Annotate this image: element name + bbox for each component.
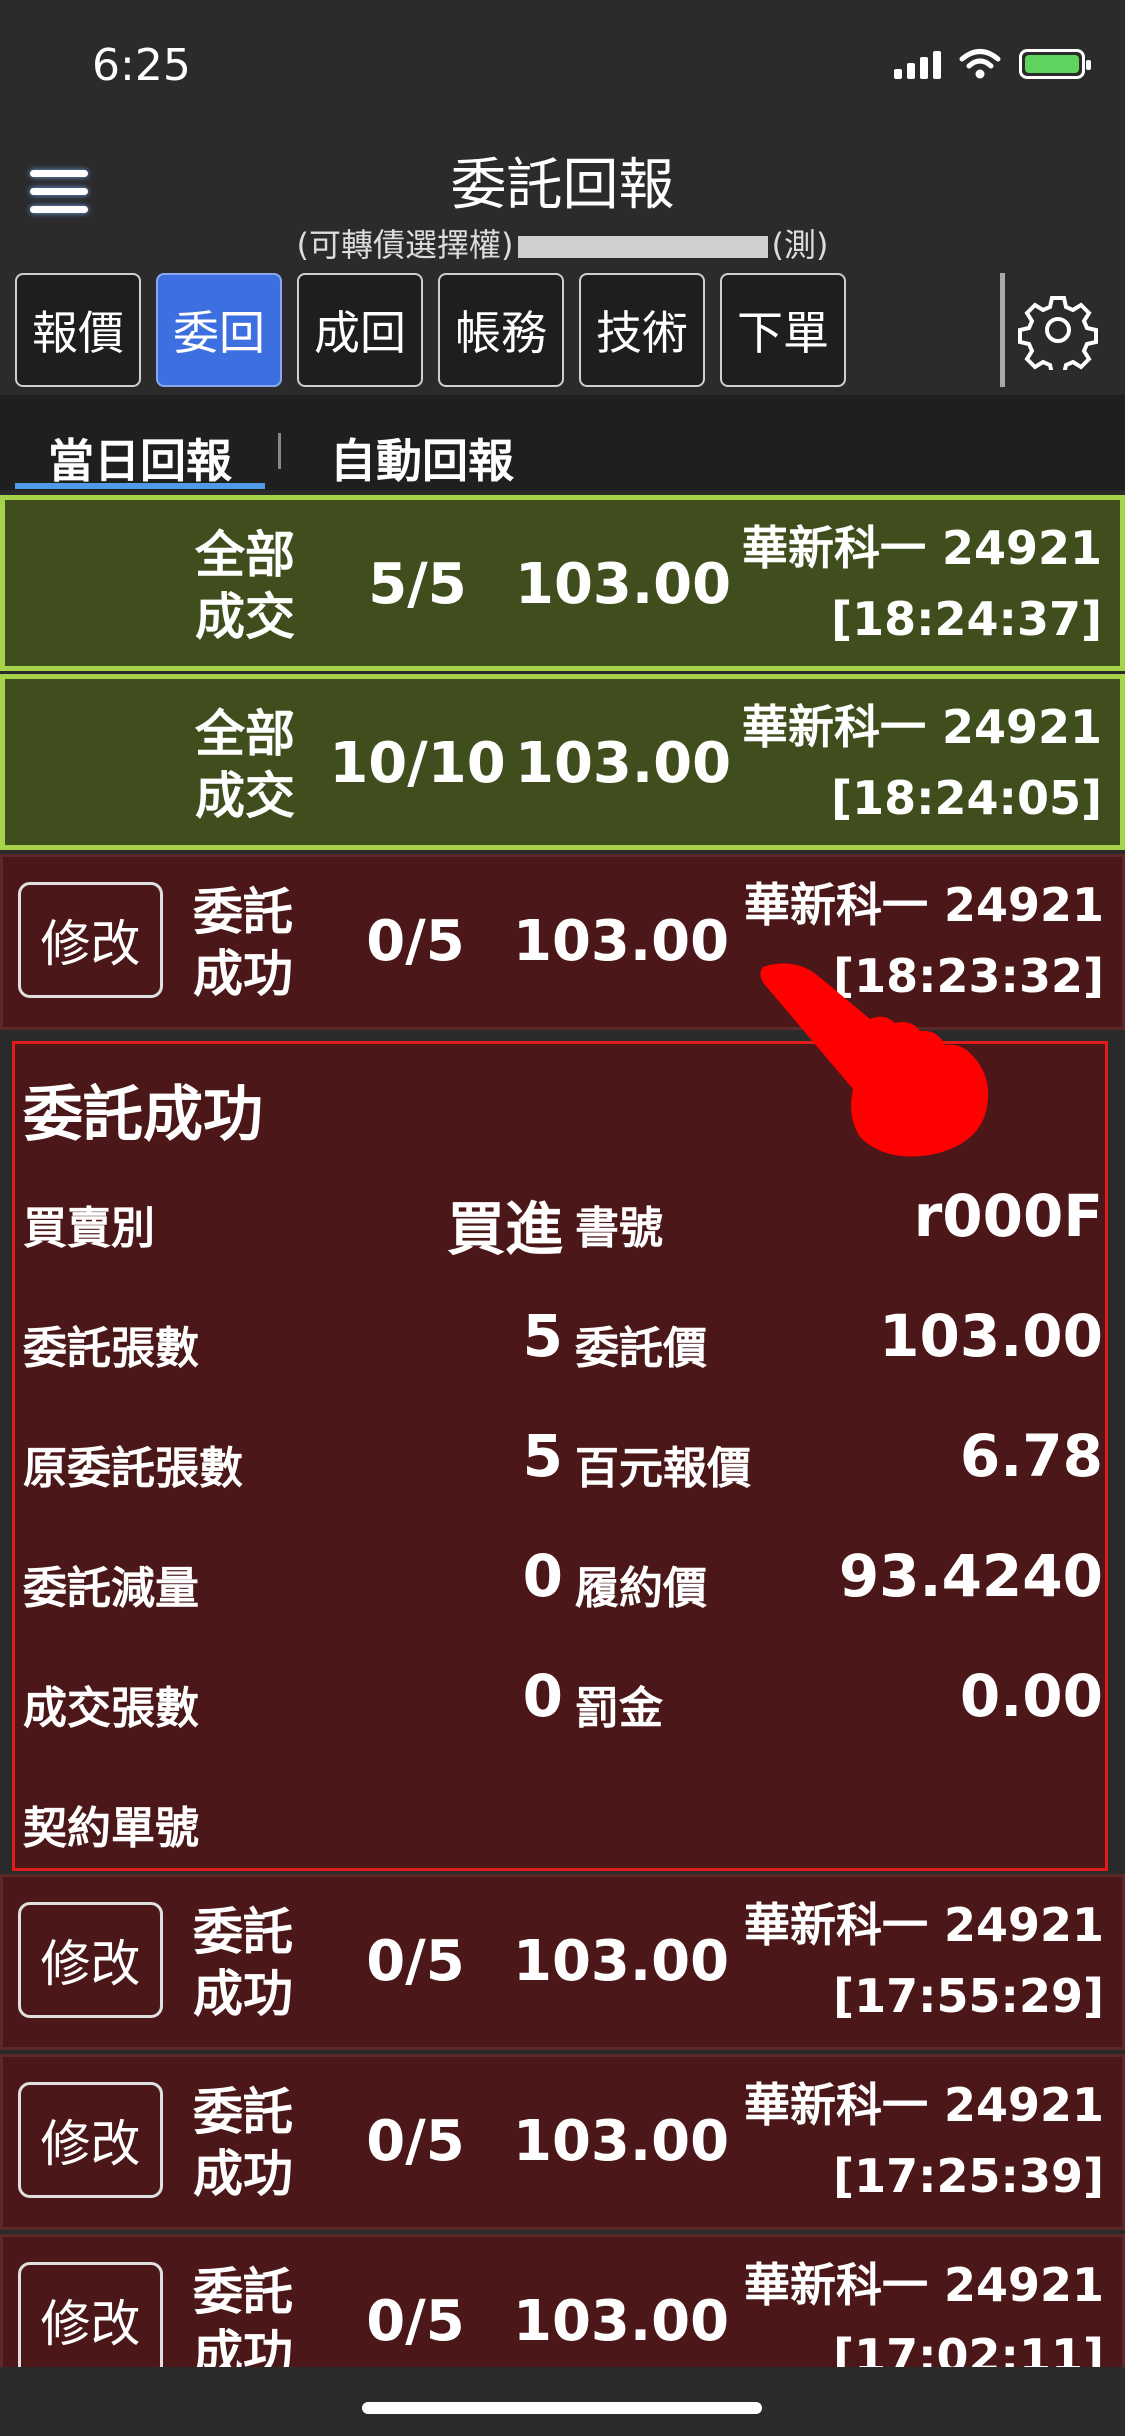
order-qty: 10/10 bbox=[329, 731, 506, 796]
modify-button[interactable]: 修改 bbox=[18, 882, 163, 998]
detail-value: 5 bbox=[522, 1302, 563, 1370]
order-status: 委託成功 bbox=[193, 1903, 293, 2023]
detail-value: 0.00 bbox=[959, 1662, 1103, 1730]
order-symbol: 華新科一 24921 bbox=[743, 2078, 1104, 2132]
order-time: [17:02:11] bbox=[833, 2329, 1104, 2367]
detail-value: 0 bbox=[522, 1662, 563, 1730]
detail-row: 委託減量 0 履約價 93.4240 bbox=[15, 1532, 1111, 1614]
detail-label: 買賣別 bbox=[23, 1203, 155, 1254]
order-symbol: 華新科一 24921 bbox=[743, 2258, 1104, 2312]
status-icons bbox=[894, 48, 1091, 80]
detail-value: 0 bbox=[522, 1542, 563, 1610]
order-status: 委託成功 bbox=[193, 883, 293, 1003]
order-row[interactable]: 修改 委託成功 0/5 103.00 華新科一 24921 [17:55:29] bbox=[0, 1874, 1125, 2050]
order-price: 103.00 bbox=[513, 2109, 730, 2174]
tab-order-report[interactable]: 委回 bbox=[156, 273, 282, 387]
tab-place-order[interactable]: 下單 bbox=[720, 273, 846, 387]
header: 委託回報 (可轉債選擇權) (測) bbox=[0, 140, 1125, 265]
order-row[interactable]: 修改 委託成功 0/5 103.00 華新科一 24921 [17:02:11] bbox=[0, 2234, 1125, 2367]
order-qty: 0/5 bbox=[366, 1929, 465, 1994]
order-price: 103.00 bbox=[513, 2289, 730, 2354]
modify-button[interactable]: 修改 bbox=[18, 2082, 163, 2198]
order-status: 全部成交 bbox=[195, 705, 295, 825]
detail-value: 買進 bbox=[446, 1195, 563, 1263]
order-symbol: 華新科一 24921 bbox=[743, 878, 1104, 932]
detail-label: 原委託張數 bbox=[23, 1443, 243, 1494]
detail-label: 委託價 bbox=[575, 1323, 707, 1374]
detail-label: 委託減量 bbox=[23, 1563, 199, 1614]
order-detail-panel: 委託成功 買賣別 買進 書號 r000F 委託張數 5 委託價 103.00 原… bbox=[12, 1041, 1108, 1871]
order-price: 103.00 bbox=[513, 909, 730, 974]
detail-row: 契約單號 bbox=[15, 1772, 1111, 1854]
order-time: [18:24:37] bbox=[831, 592, 1102, 646]
report-subtabs: 當日回報 自動回報 bbox=[0, 395, 1125, 490]
detail-label: 百元報價 bbox=[575, 1443, 751, 1494]
order-time: [18:24:05] bbox=[831, 771, 1102, 825]
tab-technical[interactable]: 技術 bbox=[579, 273, 705, 387]
tab-trade-report[interactable]: 成回 bbox=[297, 273, 423, 387]
home-indicator[interactable] bbox=[362, 2402, 762, 2414]
status-time: 6:25 bbox=[92, 40, 191, 91]
toolbar-divider bbox=[1000, 273, 1005, 387]
detail-row: 買賣別 買進 書號 r000F bbox=[15, 1172, 1111, 1263]
subtitle-left: (可轉債選擇權) bbox=[296, 226, 514, 264]
tab-account[interactable]: 帳務 bbox=[438, 273, 564, 387]
order-qty: 0/5 bbox=[366, 909, 465, 974]
order-row[interactable]: 全部成交 5/5 103.00 華新科一 24921 [18:24:37] bbox=[0, 495, 1125, 671]
detail-label: 罰金 bbox=[575, 1683, 663, 1734]
detail-label: 契約單號 bbox=[23, 1803, 199, 1854]
order-time: [17:25:39] bbox=[833, 2149, 1104, 2203]
tab-quote[interactable]: 報價 bbox=[15, 273, 141, 387]
modify-button[interactable]: 修改 bbox=[18, 2262, 163, 2367]
detail-row: 委託張數 5 委託價 103.00 bbox=[15, 1292, 1111, 1374]
active-subtab-indicator bbox=[15, 483, 265, 489]
detail-row: 成交張數 0 罰金 0.00 bbox=[15, 1652, 1111, 1734]
home-bar bbox=[0, 2367, 1125, 2436]
signal-icon bbox=[894, 49, 941, 79]
detail-row: 原委託張數 5 百元報價 6.78 bbox=[15, 1412, 1111, 1494]
order-row[interactable]: 全部成交 10/10 103.00 華新科一 24921 [18:24:05] bbox=[0, 674, 1125, 850]
detail-label: 履約價 bbox=[575, 1563, 707, 1614]
detail-label: 委託張數 bbox=[23, 1323, 199, 1374]
main-toolbar: 報價 委回 成回 帳務 技術 下單 bbox=[0, 265, 1125, 395]
wifi-icon bbox=[959, 49, 1001, 79]
tab-auto-report[interactable]: 自動回報 bbox=[330, 425, 514, 491]
order-price: 103.00 bbox=[513, 1929, 730, 1994]
order-price: 103.00 bbox=[515, 552, 732, 617]
modify-button[interactable]: 修改 bbox=[18, 1902, 163, 2018]
detail-label: 書號 bbox=[575, 1203, 663, 1254]
order-list[interactable]: 全部成交 5/5 103.00 華新科一 24921 [18:24:37] 全部… bbox=[0, 492, 1125, 2367]
pointer-hand-icon bbox=[760, 963, 989, 1157]
order-qty: 0/5 bbox=[366, 2109, 465, 2174]
order-status: 全部成交 bbox=[195, 526, 295, 646]
page-title: 委託回報 bbox=[450, 153, 675, 218]
order-qty: 0/5 bbox=[366, 2289, 465, 2354]
order-symbol: 華新科一 24921 bbox=[741, 700, 1102, 754]
order-status: 委託成功 bbox=[193, 2263, 293, 2367]
detail-value: 93.4240 bbox=[838, 1542, 1103, 1610]
order-qty: 5/5 bbox=[368, 552, 467, 617]
order-row[interactable]: 修改 委託成功 0/5 103.00 華新科一 24921 [17:25:39] bbox=[0, 2054, 1125, 2230]
subtitle-right: (測) bbox=[771, 226, 829, 264]
tab-today-report[interactable]: 當日回報 bbox=[48, 425, 232, 491]
detail-value: 5 bbox=[522, 1422, 563, 1490]
detail-title: 委託成功 bbox=[23, 1080, 263, 1150]
gear-icon[interactable] bbox=[1018, 290, 1098, 370]
order-symbol: 華新科一 24921 bbox=[743, 1898, 1104, 1952]
subtab-divider bbox=[278, 433, 281, 469]
detail-value: r000F bbox=[913, 1182, 1103, 1250]
detail-value: 103.00 bbox=[879, 1302, 1103, 1370]
status-bar: 6:25 bbox=[0, 0, 1125, 140]
detail-value: 6.78 bbox=[959, 1422, 1103, 1490]
order-price: 103.00 bbox=[515, 731, 732, 796]
redacted-account bbox=[517, 236, 768, 258]
order-time: [17:55:29] bbox=[833, 1969, 1104, 2023]
order-symbol: 華新科一 24921 bbox=[741, 521, 1102, 575]
account-subtitle: (可轉債選擇權) (測) bbox=[0, 220, 1125, 266]
battery-icon bbox=[1019, 49, 1091, 79]
detail-label: 成交張數 bbox=[23, 1683, 199, 1734]
order-status: 委託成功 bbox=[193, 2083, 293, 2203]
